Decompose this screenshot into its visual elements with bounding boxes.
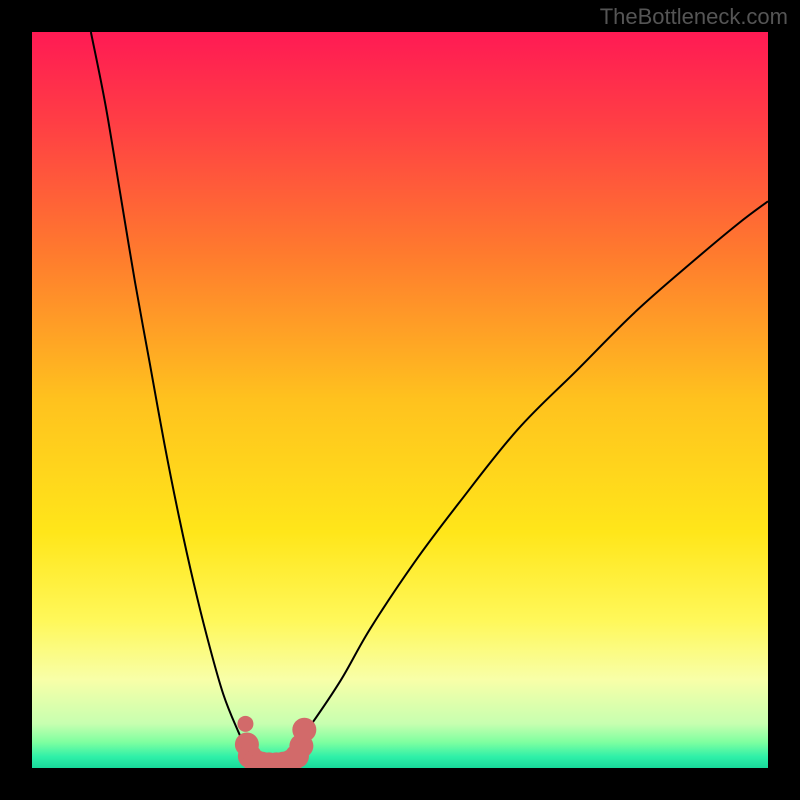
chart-frame: TheBottleneck.com bbox=[0, 0, 800, 800]
watermark-text: TheBottleneck.com bbox=[600, 4, 788, 30]
chart-svg bbox=[32, 32, 768, 768]
marker-dot bbox=[237, 716, 253, 732]
marker-dot bbox=[292, 718, 316, 742]
plot-area bbox=[32, 32, 768, 768]
gradient-background bbox=[32, 32, 768, 768]
